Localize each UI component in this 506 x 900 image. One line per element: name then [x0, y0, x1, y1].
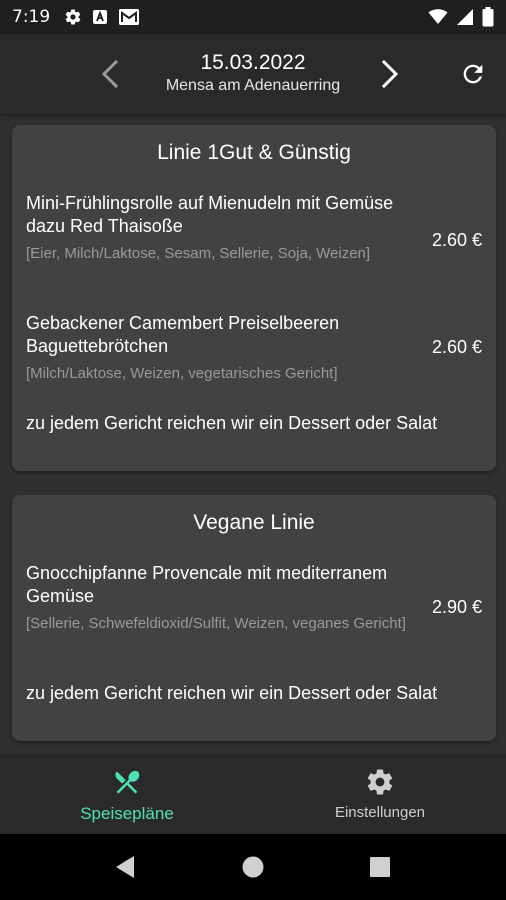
- card-title: Vegane Linie: [193, 511, 315, 534]
- recents-button[interactable]: [367, 854, 393, 880]
- card-title: Linie 1Gut & Günstig: [157, 141, 351, 164]
- refresh-icon: [463, 64, 483, 84]
- bottom-navigation: Speisepläne Einstellungen: [0, 754, 506, 834]
- meal-item: Mini-Frühlingsrolle auf Mienudeln mit Ge…: [26, 192, 482, 292]
- a-box-icon: [92, 9, 108, 25]
- meal-name: Gebackener Camembert Preiselbeeren Bague…: [26, 313, 340, 356]
- card-note: zu jedem Gericht reichen wir ein Dessert…: [26, 413, 438, 433]
- menu-card: Linie 1Gut & Günstig Mini-Frühlingsrolle…: [12, 125, 496, 471]
- battery-icon: [482, 7, 494, 27]
- signal-icon: [456, 8, 474, 26]
- tab-label: Einstellungen: [334, 804, 426, 821]
- tab-label: Speisepläne: [80, 804, 174, 823]
- system-navigation-bar: [0, 834, 506, 900]
- home-button[interactable]: [240, 854, 266, 880]
- gear-icon: [64, 8, 82, 26]
- meal-name: Mini-Frühlingsrolle auf Mienudeln mit Ge…: [26, 193, 394, 236]
- card-note: zu jedem Gericht reichen wir ein Dessert…: [26, 683, 438, 703]
- back-triangle-icon: [116, 856, 134, 878]
- status-time: 7:19: [12, 7, 51, 27]
- gear-icon: [367, 769, 393, 795]
- meal-price: 2.60 €: [431, 230, 482, 250]
- refresh-button[interactable]: [454, 56, 492, 92]
- recents-square-icon: [370, 857, 390, 877]
- meal-item: Gebackener Camembert Preiselbeeren Bague…: [26, 312, 482, 386]
- notification-icons: [64, 8, 140, 26]
- home-circle-icon: [242, 856, 264, 878]
- chevron-left-icon: [101, 59, 119, 89]
- chevron-right-icon: [381, 59, 399, 89]
- meal-price: 2.60 €: [431, 337, 482, 357]
- previous-day-button[interactable]: [92, 56, 128, 92]
- wifi-icon: [428, 9, 448, 25]
- meal-allergens: [Eier, Milch/Laktose, Sesam, Sellerie, S…: [26, 245, 371, 262]
- menu-card: Vegane Linie Gnocchipfanne Provencale mi…: [12, 495, 496, 741]
- status-bar: 7:19: [0, 0, 506, 34]
- system-status-icons: [428, 7, 494, 27]
- meal-allergens: [Sellerie, Schwefeldioxid/Sulfit, Weizen…: [26, 615, 406, 632]
- meal-price: 2.90 €: [431, 597, 482, 617]
- date-label: 15.03.2022: [200, 51, 306, 74]
- back-button[interactable]: [112, 854, 138, 880]
- gmail-icon: [118, 8, 140, 26]
- meal-name: Gnocchipfanne Provencale mit mediterrane…: [26, 563, 388, 606]
- tab-speiseplaene[interactable]: Speisepläne: [47, 766, 207, 824]
- meal-allergens: [Milch/Laktose, Weizen, vegetarisches Ge…: [26, 365, 338, 382]
- tab-einstellungen[interactable]: Einstellungen: [300, 766, 460, 821]
- app-toolbar: 15.03.2022 Mensa am Adenauerring: [0, 34, 506, 114]
- menu-content[interactable]: Linie 1Gut & Günstig Mini-Frühlingsrolle…: [0, 114, 506, 754]
- cutlery-icon: [115, 770, 140, 794]
- next-day-button[interactable]: [372, 56, 408, 92]
- meal-item: Gnocchipfanne Provencale mit mediterrane…: [26, 562, 482, 652]
- date-header: 15.03.2022 Mensa am Adenauerring: [140, 50, 366, 96]
- mensa-label: Mensa am Adenauerring: [165, 77, 341, 94]
